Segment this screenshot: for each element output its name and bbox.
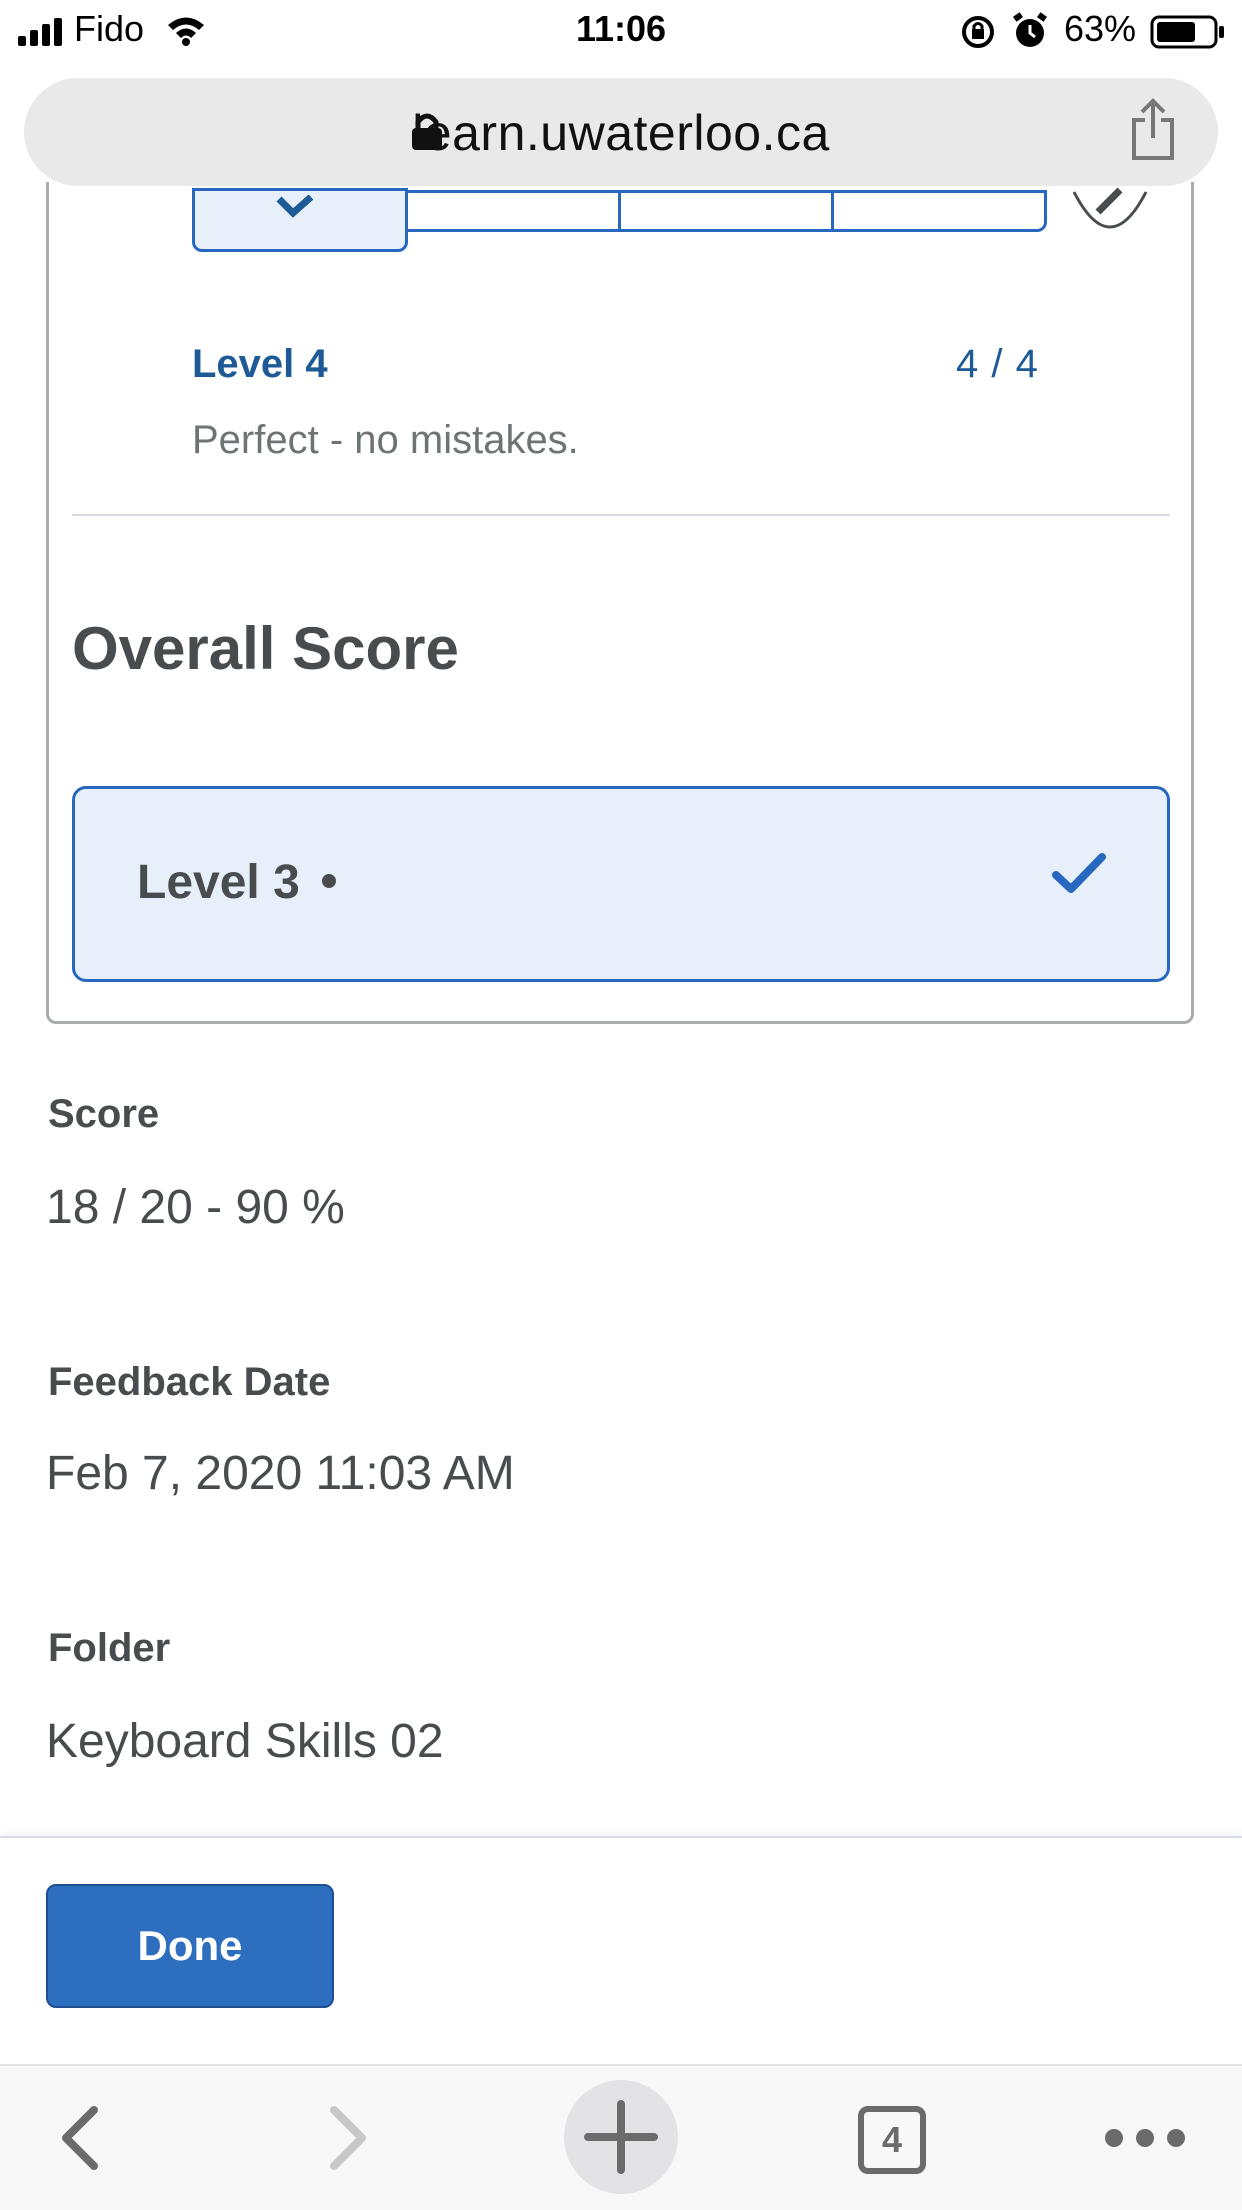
bullet-dot <box>321 874 336 889</box>
overall-score-title: Overall Score <box>72 615 459 682</box>
criterion-description: Perfect - no mistakes. <box>192 418 579 462</box>
rotation-lock-icon <box>962 16 994 48</box>
level-cell[interactable] <box>618 190 834 232</box>
score-label: Score <box>48 1092 160 1136</box>
edit-icon[interactable] <box>1070 182 1150 244</box>
forward-icon[interactable] <box>318 2066 378 2210</box>
plus-icon <box>584 2100 658 2174</box>
address-bar[interactable]: learn.uwaterloo.ca <box>24 78 1218 186</box>
score-value: 18 / 20 - 90 % <box>46 1181 345 1234</box>
tabs-button[interactable]: 4 <box>858 2106 926 2174</box>
level-cell[interactable] <box>831 190 1047 232</box>
level-cell-selected[interactable] <box>192 188 408 252</box>
criterion-level: Level 4 <box>192 342 328 386</box>
overall-level-label: Level 3 <box>137 855 336 910</box>
check-icon <box>276 195 314 218</box>
feedback-date-value: Feb 7, 2020 11:03 AM <box>46 1447 515 1500</box>
check-icon <box>1052 853 1106 893</box>
battery-percent: 63% <box>1064 8 1137 49</box>
new-tab-button[interactable] <box>564 2080 678 2194</box>
action-panel: Done <box>0 1836 1242 2068</box>
folder-label: Folder <box>48 1626 171 1670</box>
done-button[interactable]: Done <box>46 1884 334 2008</box>
clock: 11:06 <box>575 8 667 49</box>
divider <box>72 514 1170 516</box>
feedback-date-label: Feedback Date <box>48 1360 331 1404</box>
back-icon[interactable] <box>50 2066 110 2210</box>
overall-score-option[interactable]: Level 3 <box>72 786 1170 982</box>
folder-value: Keyboard Skills 02 <box>46 1715 444 1768</box>
alarm-icon <box>1013 12 1047 47</box>
level-cell[interactable] <box>405 190 621 232</box>
battery-icon <box>1150 15 1224 49</box>
status-bar: Fido 11:06 63% <box>0 0 1242 64</box>
criterion-score: 4 / 4 <box>956 342 1039 386</box>
browser-toolbar: 4 <box>0 2064 1242 2210</box>
share-icon[interactable] <box>1128 98 1178 162</box>
url-text: learn.uwaterloo.ca <box>412 105 830 161</box>
more-icon[interactable] <box>1100 2066 1190 2210</box>
overall-level-text: Level 3 <box>137 856 300 909</box>
